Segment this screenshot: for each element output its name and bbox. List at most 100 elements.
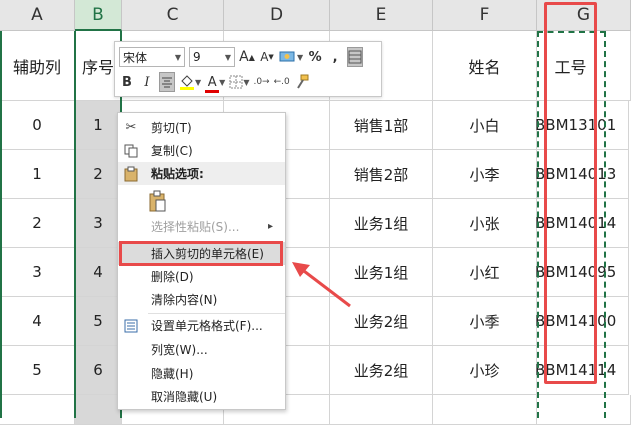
column-header-f[interactable]: F [433,0,537,31]
column-header-a[interactable]: A [0,0,75,31]
table-cell[interactable]: BBM14114 [535,346,629,395]
chevron-down-icon: ▼ [297,52,304,62]
menu-item-label: 列宽(W)... [151,343,208,357]
table-cell[interactable] [537,395,631,425]
menu-item-copy[interactable]: 复制(C) [118,139,285,162]
mini-toolbar: 宋体 ▼ 9 ▼ A ▲ A ▼ ▼ % , B I ▼ A ▼ ▼ .0→ ←… [114,41,382,97]
increase-decimal-button[interactable]: ←.0 [274,72,290,92]
menu-item-unhide[interactable]: 取消隐藏(U) [118,385,285,408]
table-cell[interactable]: 6 [75,346,122,395]
font-color-icon: A [207,74,217,90]
menu-item-cut[interactable]: ✂ 剪切(T) [118,116,285,139]
table-cell[interactable]: 小张 [433,199,537,248]
menu-item-label: 剪切(T) [151,121,192,135]
font-name-combo[interactable]: 宋体 ▼ [119,47,185,67]
clipboard-icon [122,165,140,183]
chevron-down-icon: ▼ [224,52,231,62]
table-cell[interactable]: 业务1组 [330,199,433,248]
cell-header-a[interactable]: 辅助列 [0,31,75,101]
table-cell[interactable]: 5 [75,297,122,346]
table-cell[interactable]: 4 [0,297,75,346]
borders-button[interactable]: ▼ [229,72,249,92]
table-cell[interactable]: 3 [0,248,75,297]
table-cell[interactable] [330,395,433,425]
fill-color-button[interactable]: ▼ [179,72,201,92]
table-cell[interactable]: 3 [75,199,122,248]
submenu-arrow-icon: ▸ [267,221,273,232]
column-header-c[interactable]: C [122,0,224,31]
table-cell[interactable] [0,395,75,425]
table-cell[interactable]: BBM14013 [535,150,629,199]
table-cell[interactable]: 1 [0,150,75,199]
decrease-decimal-button[interactable]: .0→ [253,72,269,92]
table-cell[interactable]: BBM13101 [535,101,629,150]
chevron-down-icon: ▼ [219,77,226,87]
align-center-icon [162,77,172,88]
menu-item-hide[interactable]: 隐藏(H) [118,362,285,385]
table-cell[interactable]: 2 [0,199,75,248]
font-color-button[interactable]: A ▼ [205,72,226,93]
table-cell[interactable]: 销售2部 [330,150,433,199]
format-button[interactable] [347,47,364,67]
font-name-value: 宋体 [123,50,148,65]
borders-icon [229,75,243,89]
menu-item-label: 插入剪切的单元格(E) [151,247,264,261]
align-center-button[interactable] [159,72,175,92]
table-cell[interactable]: 业务1组 [330,248,433,297]
table-cell[interactable]: 小季 [433,297,537,346]
font-size-combo[interactable]: 9 ▼ [189,47,235,67]
percent-style-button[interactable]: % [307,47,323,67]
format-painter-icon [296,74,309,89]
table-format-icon [348,50,362,64]
number-format-button[interactable]: ▼ [279,47,303,67]
menu-item-label: 设置单元格格式(F)... [151,319,263,333]
chevron-down-icon: ▼ [174,52,181,62]
format-cells-icon [122,317,140,335]
menu-item-label: 取消隐藏(U) [151,390,218,404]
grow-font-button[interactable]: A ▲ [239,47,255,67]
table-cell[interactable]: 2 [75,150,122,199]
column-header-d[interactable]: D [224,0,330,31]
cell-header-f[interactable]: 姓名 [433,31,537,101]
menu-item-delete[interactable]: 删除(D) [118,265,285,288]
table-cell[interactable]: 小珍 [433,346,537,395]
copy-icon [122,142,140,160]
table-cell[interactable]: 销售1部 [330,101,433,150]
table-cell[interactable]: 0 [0,101,75,150]
grow-font-icon: A [239,49,249,65]
font-size-value: 9 [193,50,201,64]
italic-button[interactable]: I [139,72,155,92]
shrink-font-button[interactable]: A ▼ [259,47,275,67]
table-cell[interactable] [433,395,537,425]
table-cell[interactable]: 4 [75,248,122,297]
table-cell[interactable]: 1 [75,101,122,150]
column-header-b[interactable]: B [75,0,122,31]
table-cell[interactable]: 小白 [433,101,537,150]
comma-style-button[interactable]: , [327,47,343,67]
cell-header-g[interactable]: 工号 [537,31,631,101]
table-cell[interactable]: 业务2组 [330,297,433,346]
chevron-down-icon: ▼ [243,77,250,87]
menu-item-format-cells[interactable]: 设置单元格格式(F)... [118,314,285,337]
table-cell[interactable]: 业务2组 [330,346,433,395]
menu-item-column-width[interactable]: 列宽(W)... [118,338,285,361]
table-cell[interactable]: BBM14014 [535,199,629,248]
table-cell[interactable] [75,395,122,425]
table-cell[interactable]: 小李 [433,150,537,199]
paste-option-button[interactable] [118,186,285,216]
menu-item-clear-contents[interactable]: 清除内容(N) [118,288,285,311]
paint-bucket-icon [180,75,194,90]
menu-item-paste-special[interactable]: 选择性粘贴(S)... ▸ [118,215,285,238]
column-header-e[interactable]: E [330,0,433,31]
format-painter-button[interactable] [294,72,310,92]
table-cell[interactable]: BBM14100 [535,297,629,346]
column-header-g[interactable]: G [537,0,631,31]
table-cell[interactable]: 5 [0,346,75,395]
table-cell[interactable]: 小红 [433,248,537,297]
table-cell[interactable]: BBM14095 [535,248,629,297]
menu-item-label: 清除内容(N) [151,293,218,307]
menu-item-label: 粘贴选项: [151,167,204,181]
menu-item-insert-cut-cells[interactable]: 插入剪切的单元格(E) [118,242,285,265]
bold-button[interactable]: B [119,72,135,92]
menu-header-paste-options: 粘贴选项: [118,162,285,185]
